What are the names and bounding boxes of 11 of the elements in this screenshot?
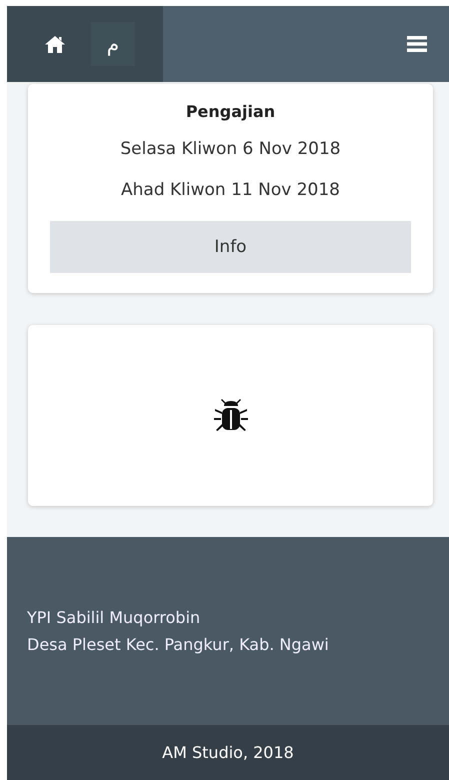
bug-icon [212,398,248,434]
event-date: Selasa Kliwon 6 Nov 2018 [120,139,341,159]
menu-icon [407,36,427,52]
copyright-text: AM Studio, 2018 [162,743,294,762]
event-title: Pengajian [186,102,276,121]
arabic-button[interactable]: م [91,22,135,66]
home-icon [45,36,65,52]
footer-text: YPI Sabilil Muqorrobin [27,607,202,629]
info-button[interactable]: Info [50,221,411,273]
footer-text: Desa Pleset Kec. Pangkur, Kab. Ngawi [27,634,330,656]
event-date: Ahad Kliwon 11 Nov 2018 [121,180,340,200]
